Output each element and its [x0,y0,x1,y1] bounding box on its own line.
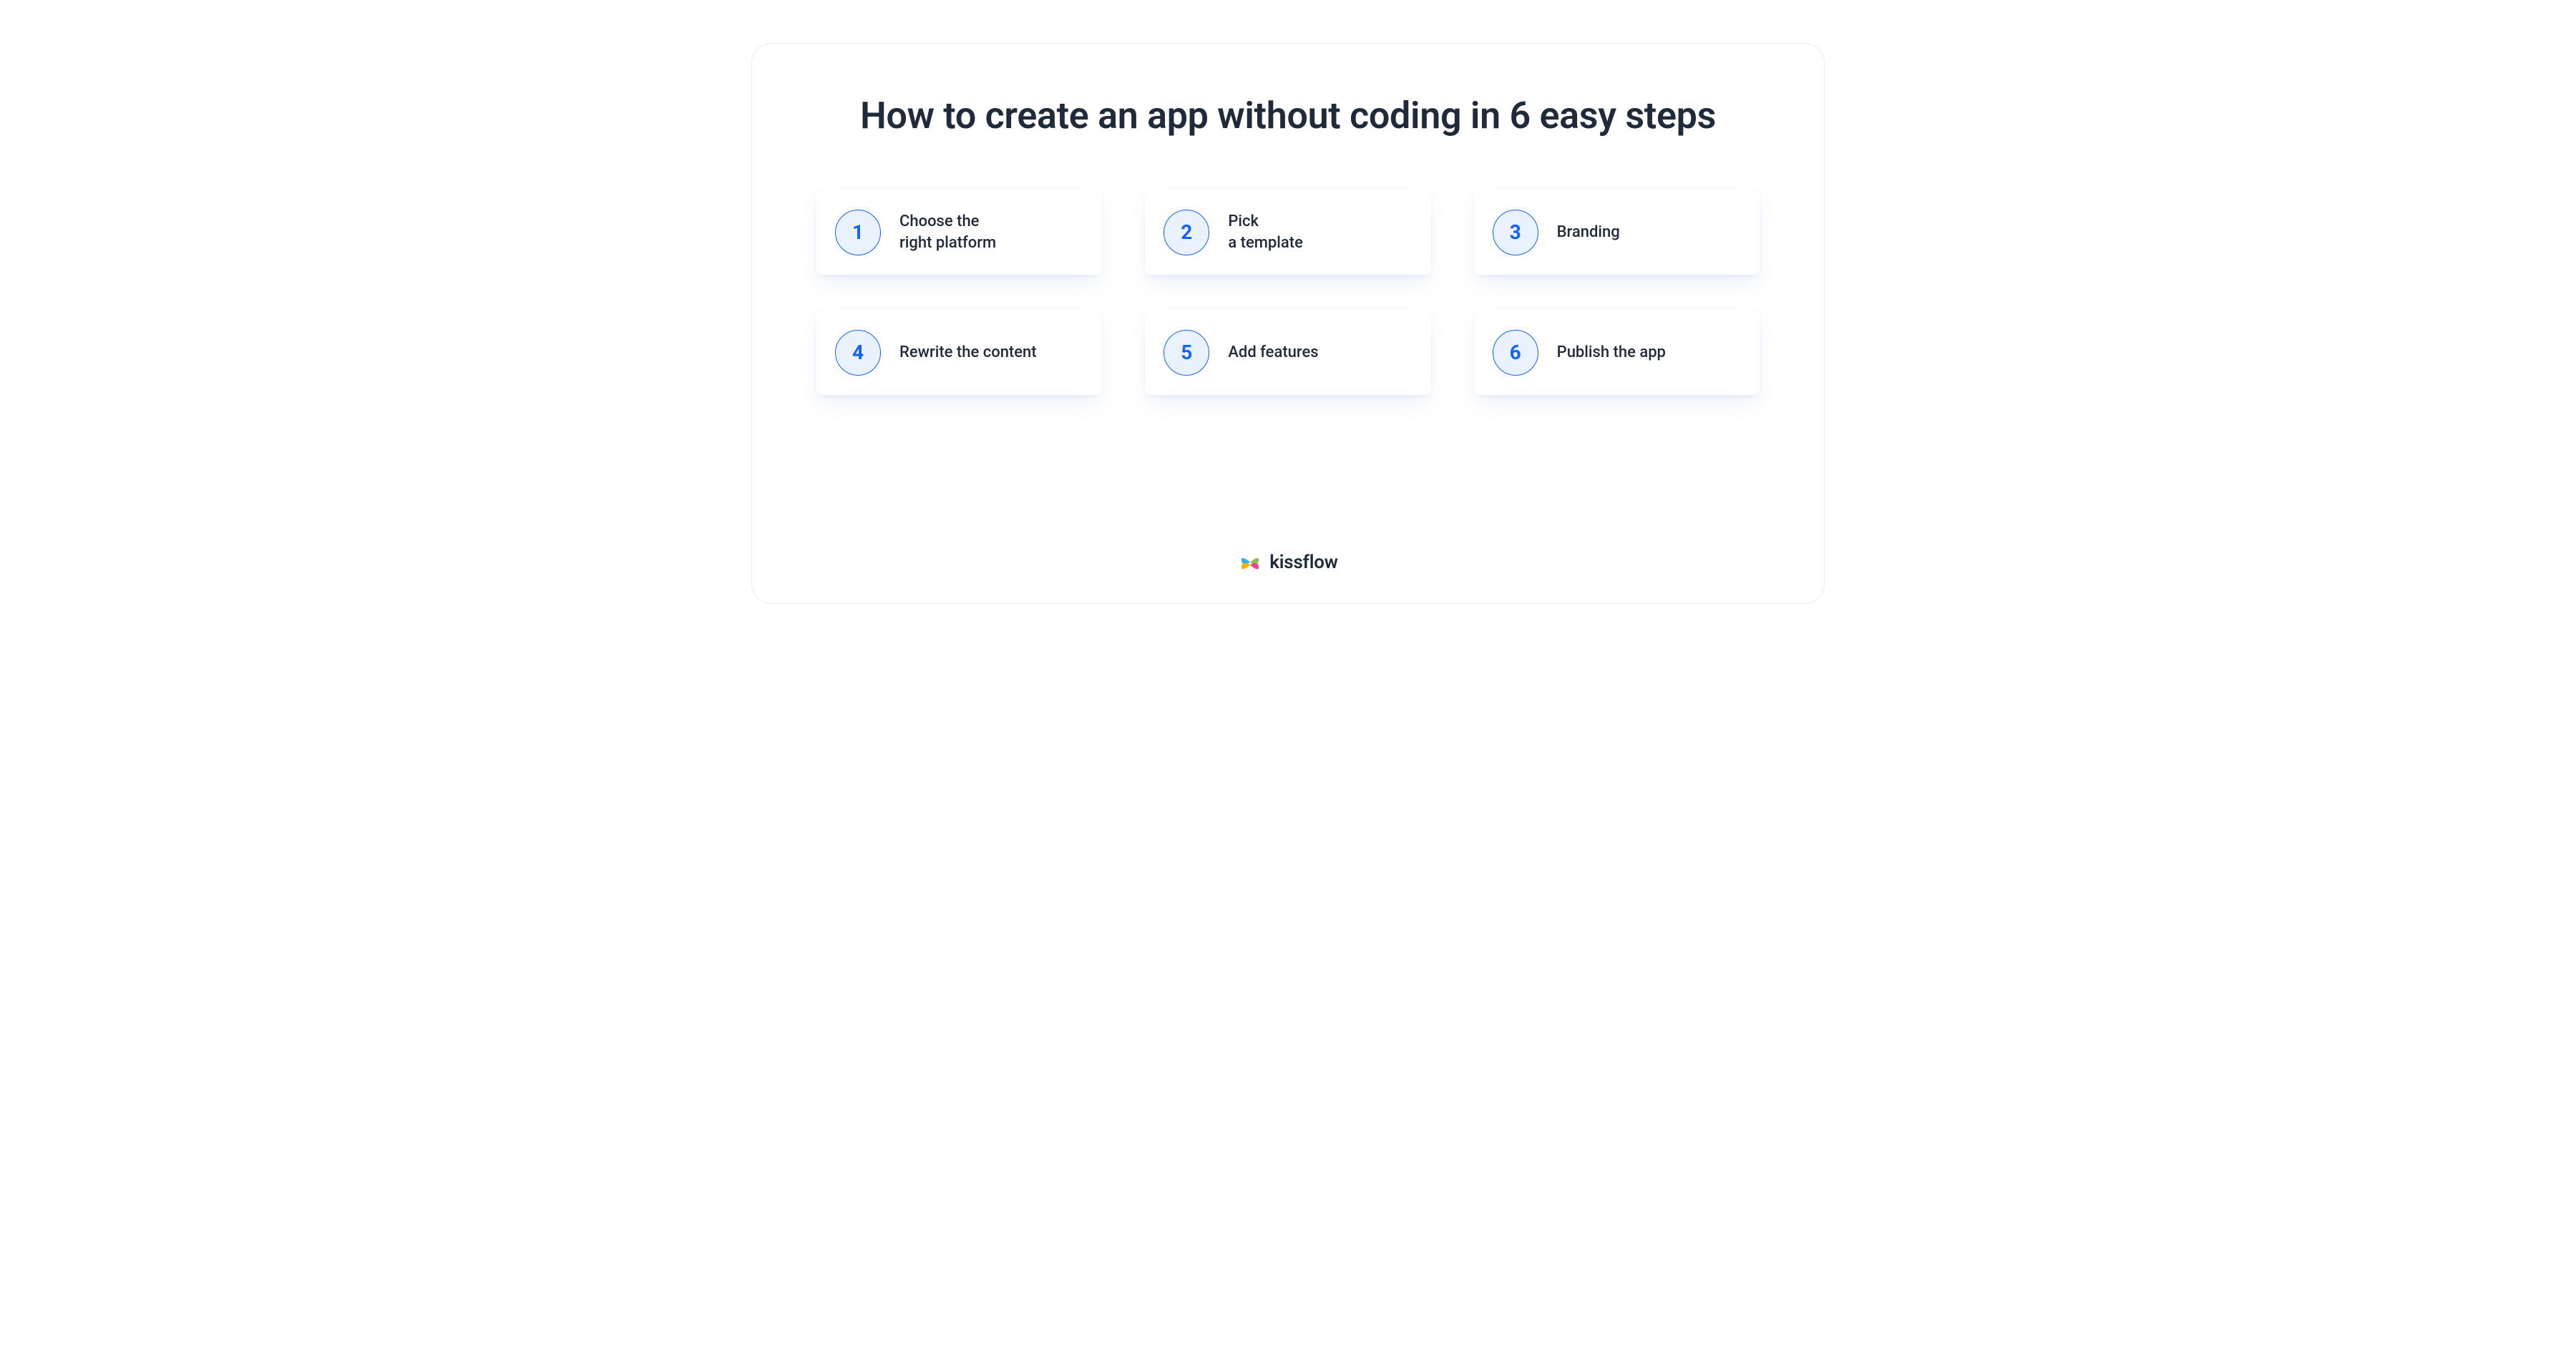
kissflow-logo-icon [1238,550,1262,575]
step-number-badge: 5 [1163,330,1209,376]
step-number-badge: 3 [1493,210,1538,255]
step-number-badge: 1 [835,210,881,255]
step-card-5: 5 Add features [1145,311,1430,395]
step-card-1: 1 Choose the right platform [816,190,1102,275]
infographic-frame: How to create an app without coding in 6… [751,43,1825,604]
brand-footer: kissflow [1238,529,1338,575]
step-card-3: 3 Branding [1474,190,1760,275]
page-title: How to create an app without coding in 6… [860,92,1716,140]
step-label: Rewrite the content [899,342,1037,363]
step-number-badge: 6 [1493,330,1538,376]
step-label: Publish the app [1557,342,1666,363]
step-label: Pick a template [1228,211,1303,253]
steps-grid: 1 Choose the right platform 2 Pick a tem… [816,190,1760,395]
brand-name: kissflow [1269,552,1338,573]
step-card-4: 4 Rewrite the content [816,311,1102,395]
step-label: Add features [1228,342,1318,363]
step-label: Choose the right platform [899,211,996,253]
step-card-2: 2 Pick a template [1145,190,1430,275]
step-number-badge: 2 [1163,210,1209,255]
step-card-6: 6 Publish the app [1474,311,1760,395]
step-label: Branding [1557,222,1620,243]
step-number-badge: 4 [835,330,881,376]
